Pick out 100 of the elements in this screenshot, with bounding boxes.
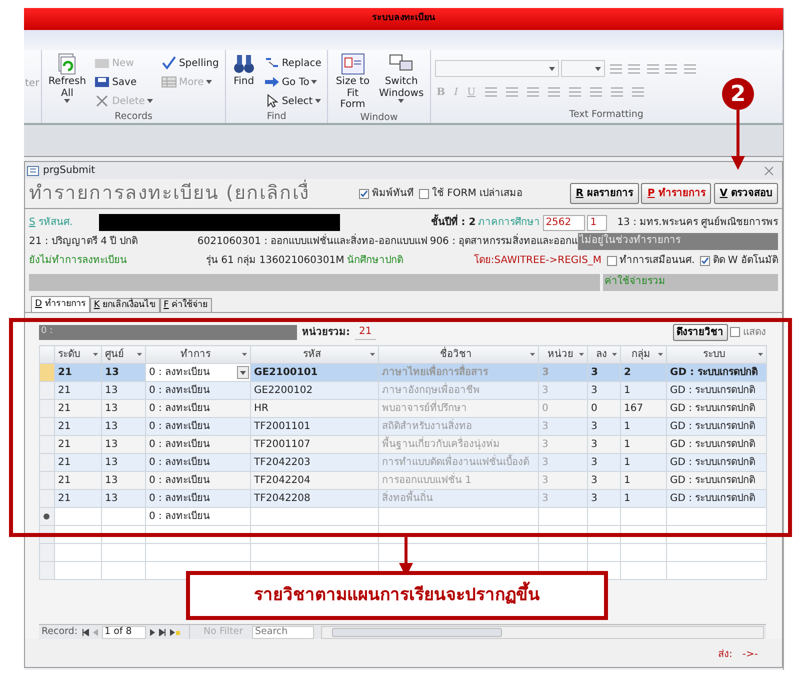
operator-text: โดย:SAWITREE->REGIS_M xyxy=(474,253,602,268)
ribbon-button[interactable]: Refresh All xyxy=(46,52,88,110)
table-cell: ภาษาไทยเพื่อการสื่อสาร xyxy=(378,364,538,382)
save-icon xyxy=(94,75,110,89)
checkmark-icon xyxy=(360,190,368,198)
fetch-courses-button[interactable]: ดึงรายวิชา xyxy=(672,324,728,340)
arrow-icon xyxy=(264,75,280,89)
font-size-dropdown[interactable] xyxy=(561,60,606,77)
ribbon-button[interactable]: Select xyxy=(262,92,324,110)
term-field[interactable]: 1 xyxy=(587,214,608,230)
caret-icon xyxy=(548,66,555,70)
caret-icon xyxy=(146,99,153,103)
record-position-field[interactable]: 1 of 8 xyxy=(102,626,146,638)
table-cell: GE2200102 xyxy=(250,382,378,400)
caret-icon xyxy=(206,80,212,84)
checkbox[interactable]: แสดง xyxy=(730,324,766,340)
column-header xyxy=(40,346,54,364)
table-cell: GD : ระบบเกรดปกติ xyxy=(666,364,766,382)
ribbon-button[interactable]: Size to Fit Form xyxy=(332,52,374,110)
table-cell: 21 xyxy=(54,418,102,436)
send-label: ส่ง: xyxy=(718,648,732,662)
notice-bar: ไม่อยู่ในช่วงทำรายการ xyxy=(578,233,778,250)
column-header[interactable]: กลุ่ม xyxy=(620,346,666,364)
column-header[interactable]: ศูนย์ xyxy=(102,346,146,364)
table-cell: GD : ระบบเกรดปกติ xyxy=(666,454,766,472)
table-cell: 0 : ลงทะเบียน xyxy=(146,382,250,400)
table-cell: สถิติสำหรับงานสิ่งทอ xyxy=(378,418,538,436)
column-header[interactable]: ลง xyxy=(588,346,620,364)
tab[interactable]: D ทำรายการ xyxy=(31,296,90,312)
table-cell: 2 xyxy=(620,364,666,382)
ribbon-button[interactable]: Go To xyxy=(262,73,324,91)
ribbon-button[interactable]: Save xyxy=(92,73,155,91)
caret-icon xyxy=(240,370,246,374)
column-header[interactable]: ทำการ xyxy=(146,346,250,364)
table-cell: 0 : ลงทะเบียน xyxy=(146,454,250,472)
table-cell: TF2001101 xyxy=(250,418,378,436)
checkbox[interactable]: ติด W อัตโนมัติ xyxy=(700,253,778,268)
record-label: Record: xyxy=(42,624,78,639)
table-cell: 3 xyxy=(538,454,588,472)
table-cell: 0 : ลงทะเบียน xyxy=(146,490,250,508)
ribbon-button[interactable]: Find xyxy=(230,52,258,110)
next-record-icon[interactable] xyxy=(150,628,155,636)
table-cell: 21 xyxy=(54,364,102,382)
table-cell: 0 : ลงทะเบียน xyxy=(146,508,250,526)
dropdown-arrow-icon xyxy=(579,353,584,356)
previous-record-icon[interactable] xyxy=(92,628,98,636)
campus-text: 13 : มทร.พระนคร ศูนย์พณิชยการพร xyxy=(617,215,778,230)
column-header[interactable]: ระบบ xyxy=(666,346,766,364)
cohort-text: รุ่น 61 กลุ่ม 136021060301M xyxy=(206,254,344,268)
checkbox[interactable]: พิมพ์ทันที xyxy=(359,186,414,201)
action-button[interactable]: P ทำรายการ xyxy=(641,183,712,204)
horizontal-scrollbar[interactable] xyxy=(320,626,764,638)
status-text: ยังไม่ทำการลงทะเบียน xyxy=(29,253,128,268)
column-header[interactable]: ระดับ xyxy=(54,346,102,364)
search-field[interactable]: Search xyxy=(252,626,314,638)
action-button[interactable]: V ตรวจสอบ xyxy=(714,183,778,204)
caret-icon xyxy=(314,99,321,103)
student-type-text: นักศึกษาปกติ xyxy=(346,254,403,268)
class-year-text: ชั้นปีที่ : 2 xyxy=(430,215,476,230)
table-cell: 3 xyxy=(588,382,620,400)
last-record-icon[interactable] xyxy=(158,628,166,636)
ribbon-group-label: Window xyxy=(359,110,399,124)
year-field[interactable]: 2562 xyxy=(542,214,585,230)
dropdown-arrow-icon xyxy=(612,353,617,356)
callout-box: รายวิชาตามแผนการเรียนจะปรากฏขึ้น xyxy=(186,571,608,620)
first-record-icon[interactable] xyxy=(82,628,89,636)
ribbon-button[interactable]: Spelling xyxy=(158,54,221,72)
caret-icon xyxy=(595,66,602,70)
table-cell: 3 xyxy=(538,490,588,508)
table-cell: GD : ระบบเกรดปกติ xyxy=(666,382,766,400)
ribbon-button[interactable]: Replace xyxy=(262,54,324,72)
font-name-dropdown[interactable] xyxy=(434,60,559,77)
dropdown-arrow-icon xyxy=(93,353,98,356)
checkbox[interactable]: ทำการเสมือนนศ. xyxy=(606,253,695,268)
term-label: ภาคการศึกษา xyxy=(478,216,540,230)
program-text: 6021060301 : ออกแบบแฟชั่นและสิ่งทอ-ออกแบบแฟ xyxy=(197,234,428,249)
action-button[interactable]: R ผลรายการ xyxy=(570,183,639,204)
table-cell: 13 xyxy=(102,418,146,436)
column-header[interactable]: รหัส xyxy=(250,346,378,364)
form-heading: ทำรายการลงทะเบียน (ยกเลิกเงื่ xyxy=(29,179,349,208)
table-cell: 13 xyxy=(102,454,146,472)
checkbox[interactable]: ใช้ FORM เปล่าเสมอ xyxy=(419,186,523,201)
ribbon-group-label: Text Formatting xyxy=(568,108,644,122)
tab[interactable]: K ยกเลิกเงื่อนไข xyxy=(90,298,160,312)
table-cell: สิ่งทอพื้นถิ่น xyxy=(378,490,538,508)
tab[interactable]: F ค่าใช้จ่าย xyxy=(160,298,212,312)
table-cell: 21 xyxy=(54,490,102,508)
table-cell: 0 : ลงทะเบียน xyxy=(146,418,250,436)
table-cell: 13 xyxy=(102,364,146,382)
close-icon[interactable] xyxy=(764,166,774,176)
table-cell: 3 xyxy=(588,418,620,436)
level-text: 21 : ปริญญาตรี 4 ปี ปกติ xyxy=(29,234,138,249)
new-record-nav-icon[interactable] xyxy=(170,628,180,636)
record-bar: 0 : xyxy=(39,324,297,340)
table-cell: 3 xyxy=(538,364,588,382)
replace-icon xyxy=(264,56,280,70)
action-dropdown[interactable]: 0 : ลงทะเบียน xyxy=(146,364,250,380)
table-cell: GE2100101 xyxy=(250,364,378,382)
ribbon-button[interactable]: Switch Windows xyxy=(377,52,426,110)
form-title: prgSubmit xyxy=(43,164,96,178)
